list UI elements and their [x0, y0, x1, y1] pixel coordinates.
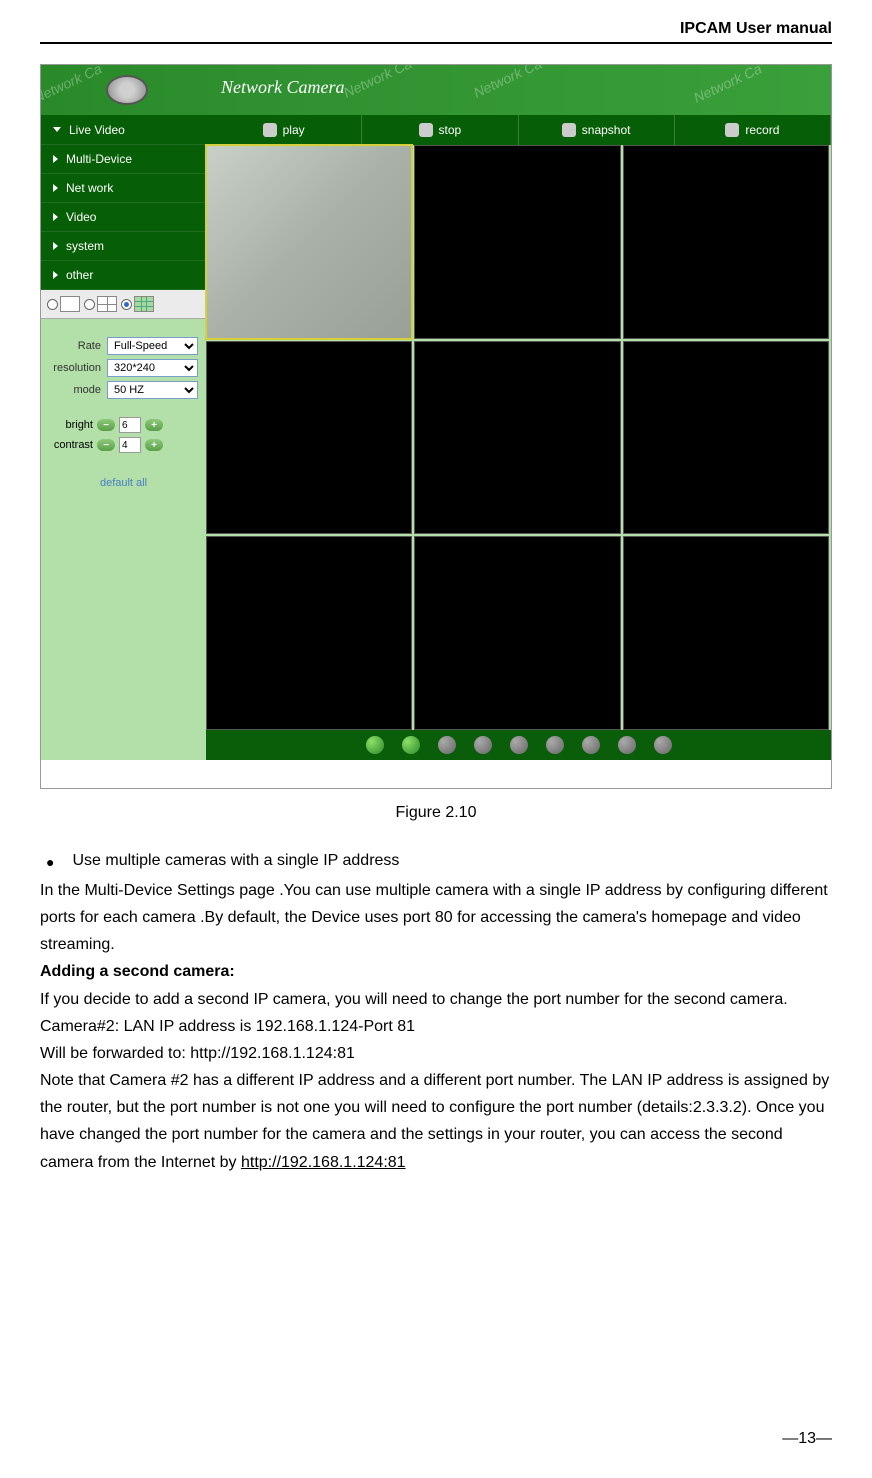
- ptz-control-button[interactable]: [474, 736, 492, 754]
- default-all-link[interactable]: default all: [49, 477, 198, 489]
- layout-single-option[interactable]: [47, 296, 80, 312]
- sidebar-label: other: [66, 268, 93, 282]
- bright-minus-button[interactable]: −: [97, 419, 115, 431]
- video-grid: [206, 145, 831, 730]
- watermark: Network Ca: [41, 65, 104, 106]
- ptz-control-button[interactable]: [546, 736, 564, 754]
- paragraph: Note that Camera #2 has a different IP a…: [40, 1067, 832, 1176]
- video-cell-2[interactable]: [414, 145, 620, 339]
- ptz-control-button[interactable]: [366, 736, 384, 754]
- bright-label: bright: [49, 419, 93, 431]
- settings-panel: Rate Full-Speed resolution 320*240 mode: [41, 319, 206, 497]
- video-cell-8[interactable]: [414, 536, 620, 730]
- stop-icon: [419, 123, 433, 137]
- contrast-minus-button[interactable]: −: [97, 439, 115, 451]
- app-banner: Network Ca Network Ca Network Ca Network…: [41, 65, 831, 115]
- nav-label: Live Video: [69, 123, 125, 137]
- sidebar-item-video[interactable]: Video: [41, 203, 206, 232]
- chevron-right-icon: [53, 271, 58, 279]
- video-cell-5[interactable]: [414, 341, 620, 535]
- layout-selector: [41, 290, 206, 319]
- ptz-control-button[interactable]: [438, 736, 456, 754]
- ptz-control-button[interactable]: [618, 736, 636, 754]
- sidebar-item-other[interactable]: other: [41, 261, 206, 290]
- ptz-control-button[interactable]: [402, 736, 420, 754]
- paragraph: In the Multi-Device Settings page .You c…: [40, 877, 832, 959]
- mode-label: mode: [49, 384, 101, 396]
- sidebar-label: Net work: [66, 181, 113, 195]
- layout-nine-option[interactable]: [121, 296, 154, 312]
- radio-selected-icon: [121, 299, 132, 310]
- ptz-bar: [206, 730, 831, 760]
- paragraph: Will be forwarded to: http://192.168.1.1…: [40, 1040, 832, 1067]
- chevron-down-icon: [53, 127, 61, 132]
- sidebar: Multi-Device Net work Video system: [41, 145, 206, 760]
- stop-button[interactable]: stop: [362, 115, 518, 145]
- chevron-right-icon: [53, 242, 58, 250]
- contrast-value-input[interactable]: [119, 437, 141, 453]
- paragraph: If you decide to add a second IP camera,…: [40, 986, 832, 1013]
- watermark: Network Ca: [691, 65, 764, 106]
- ptz-control-button[interactable]: [510, 736, 528, 754]
- watermark: Network Ca: [471, 65, 544, 101]
- page-header: IPCAM User manual: [40, 20, 832, 44]
- mode-select[interactable]: 50 HZ: [107, 381, 198, 399]
- ptz-control-button[interactable]: [582, 736, 600, 754]
- video-cell-4[interactable]: [206, 341, 412, 535]
- paragraph: Camera#2: LAN IP address is 192.168.1.12…: [40, 1013, 832, 1040]
- snapshot-button[interactable]: snapshot: [519, 115, 675, 145]
- sidebar-label: Multi-Device: [66, 152, 132, 166]
- sidebar-item-system[interactable]: system: [41, 232, 206, 261]
- bullet-icon: ●: [40, 847, 54, 875]
- banner-title: Network Camera: [221, 77, 345, 98]
- contrast-plus-button[interactable]: +: [145, 439, 163, 451]
- record-icon: [725, 123, 739, 137]
- chevron-right-icon: [53, 213, 58, 221]
- bullet-text: Use multiple cameras with a single IP ad…: [72, 847, 399, 875]
- snapshot-icon: [562, 123, 576, 137]
- video-cell-3[interactable]: [623, 145, 829, 339]
- resolution-select[interactable]: 320*240: [107, 359, 198, 377]
- sidebar-item-network[interactable]: Net work: [41, 174, 206, 203]
- rate-label: Rate: [49, 340, 101, 352]
- video-cell-7[interactable]: [206, 536, 412, 730]
- heading-adding: Adding a second camera:: [40, 958, 832, 985]
- camera-logo-icon: [106, 75, 148, 105]
- sidebar-item-multi-device[interactable]: Multi-Device: [41, 145, 206, 174]
- top-toolbar: Live Video play stop snapshot record: [41, 115, 831, 145]
- record-button[interactable]: record: [675, 115, 831, 145]
- btn-label: snapshot: [582, 123, 631, 137]
- resolution-label: resolution: [49, 362, 101, 374]
- layout-nine-icon: [134, 296, 154, 312]
- play-button[interactable]: play: [206, 115, 362, 145]
- body-content: ● Use multiple cameras with a single IP …: [40, 847, 832, 1176]
- layout-quad-option[interactable]: [84, 296, 117, 312]
- video-cell-6[interactable]: [623, 341, 829, 535]
- bright-value-input[interactable]: [119, 417, 141, 433]
- btn-label: play: [283, 123, 305, 137]
- sidebar-label: system: [66, 239, 104, 253]
- layout-single-icon: [60, 296, 80, 312]
- bright-plus-button[interactable]: +: [145, 419, 163, 431]
- url-link: http://192.168.1.124:81: [241, 1154, 406, 1171]
- video-cell-9[interactable]: [623, 536, 829, 730]
- play-icon: [263, 123, 277, 137]
- video-cell-1[interactable]: [206, 145, 412, 339]
- page-number: —13—: [782, 1430, 832, 1448]
- radio-icon: [84, 299, 95, 310]
- watermark: Network Ca: [341, 65, 414, 101]
- ptz-control-button[interactable]: [654, 736, 672, 754]
- chevron-right-icon: [53, 155, 58, 163]
- rate-select[interactable]: Full-Speed: [107, 337, 198, 355]
- figure-screenshot: Network Ca Network Ca Network Ca Network…: [40, 64, 832, 789]
- radio-icon: [47, 299, 58, 310]
- sidebar-label: Video: [66, 210, 96, 224]
- contrast-label: contrast: [49, 439, 93, 451]
- btn-label: stop: [439, 123, 462, 137]
- chevron-right-icon: [53, 184, 58, 192]
- nav-live-video[interactable]: Live Video: [41, 115, 206, 145]
- layout-quad-icon: [97, 296, 117, 312]
- figure-caption: Figure 2.10: [40, 804, 832, 822]
- btn-label: record: [745, 123, 779, 137]
